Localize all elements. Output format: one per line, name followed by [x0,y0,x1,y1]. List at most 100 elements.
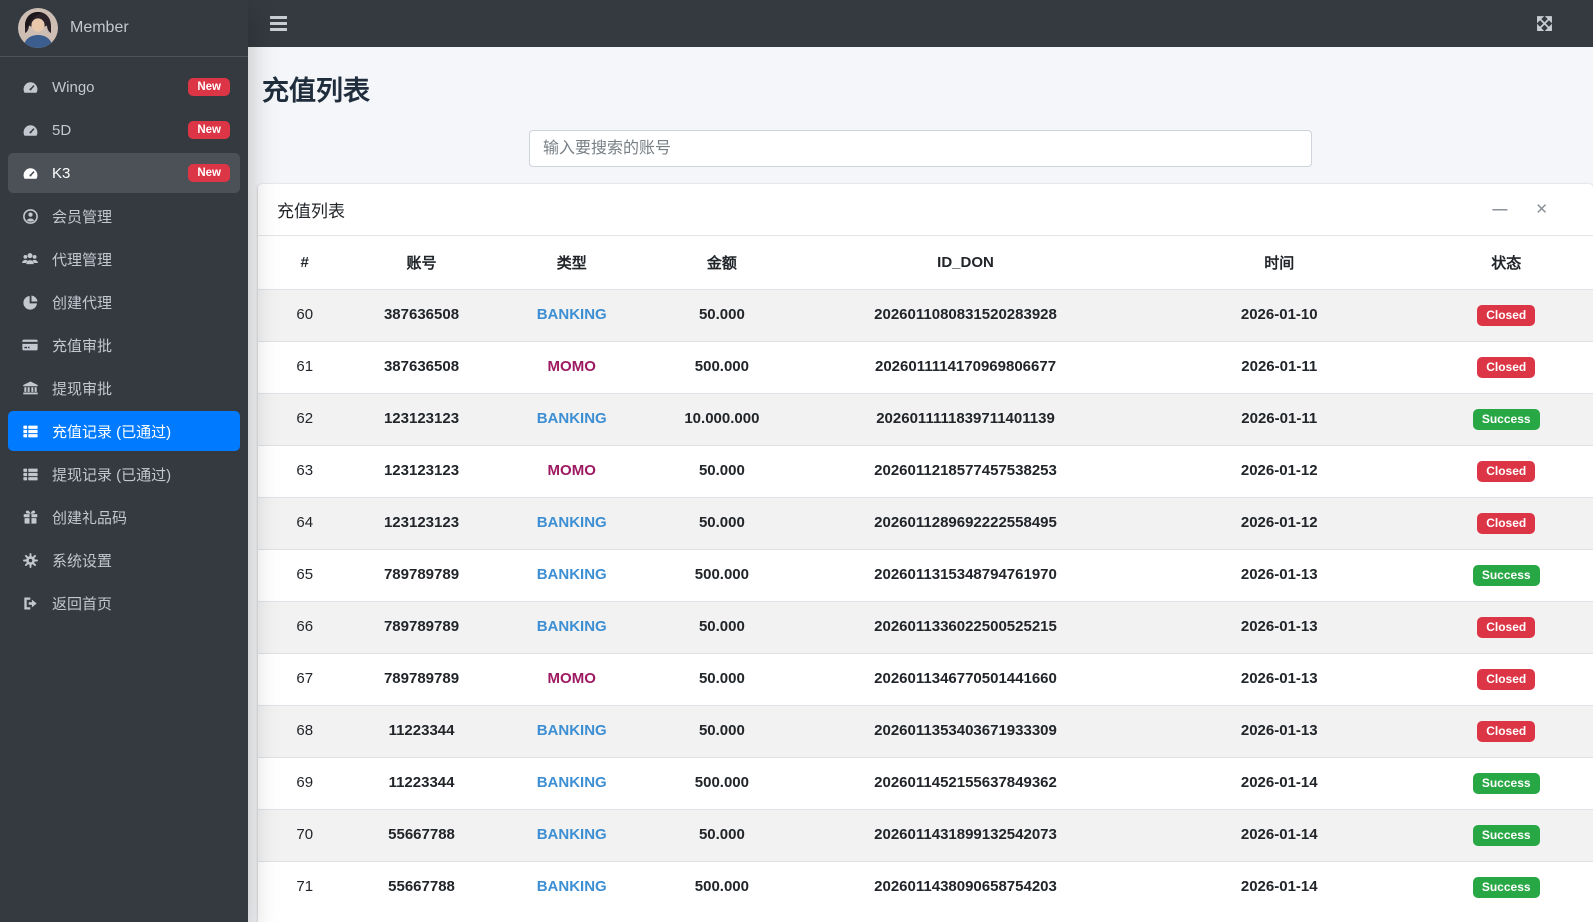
index-cell: 60 [258,289,352,342]
header-amount: 金额 [651,236,792,290]
account-cell: 387636508 [351,341,492,394]
gauge-icon [18,122,42,139]
status-cell: Closed [1419,601,1593,654]
amount-cell: 50.000 [651,289,792,342]
hamburger-icon[interactable] [270,16,287,31]
status-cell: Closed [1419,445,1593,498]
sidebar: Member Wingo New 5D New K3 New 会员管理 代理管理… [0,0,248,922]
account-cell: 55667788 [351,861,492,913]
account-cell: 11223344 [351,757,492,810]
table-row: 64 123123123 BANKING 50.000 202601128969… [258,497,1593,550]
status-badge: Success [1472,877,1540,898]
id-don-cell: 2026011336022500525215 [791,601,1140,654]
table-row: 61 387636508 MOMO 500.000 20260111141709… [258,341,1593,394]
id-don-cell: 2026011315348794761970 [791,549,1140,602]
sidebar-item-5d[interactable]: 5D New [8,110,240,150]
users-icon [18,250,42,268]
new-badge: New [188,77,230,97]
amount-cell: 50.000 [651,497,792,550]
sidebar-item-create-gift-code[interactable]: 创建礼品码 [8,497,240,537]
card-tools: — ✕ [1492,202,1548,217]
index-cell: 71 [258,861,352,913]
account-cell: 123123123 [351,497,492,550]
status-cell: Success [1419,549,1593,602]
time-cell: 2026-01-13 [1139,705,1420,758]
sidebar-item-withdraw-records[interactable]: 提现记录 (已通过) [8,454,240,494]
table-head: # 账号 类型 金额 ID_DON 时间 状态 [258,236,1593,290]
type-cell: MOMO [491,341,652,394]
time-cell: 2026-01-11 [1139,341,1420,394]
table-row: 65 789789789 BANKING 500.000 20260113153… [258,549,1593,602]
index-cell: 63 [258,445,352,498]
amount-cell: 50.000 [651,809,792,862]
sidebar-item-label: 提现审批 [52,380,113,398]
status-cell: Closed [1419,289,1593,342]
time-cell: 2026-01-12 [1139,497,1420,550]
sidebar-item-back-home[interactable]: 返回首页 [8,583,240,623]
id-don-cell: 2026011431899132542073 [791,809,1140,862]
status-cell: Success [1419,809,1593,862]
id-don-cell: 2026011111839711401139 [791,393,1140,446]
account-cell: 789789789 [351,601,492,654]
type-cell: MOMO [491,445,652,498]
sidebar-item-deposit-approval[interactable]: 充值审批 [8,325,240,365]
header-time: 时间 [1139,236,1420,290]
type-cell: MOMO [491,653,652,706]
time-cell: 2026-01-14 [1139,861,1420,913]
index-cell: 62 [258,393,352,446]
header-status: 状态 [1419,236,1593,290]
close-icon[interactable]: ✕ [1535,202,1548,217]
sidebar-item-member-management[interactable]: 会员管理 [8,196,240,236]
amount-cell: 50.000 [651,601,792,654]
gift-icon [18,509,42,526]
table-row: 66 789789789 BANKING 50.000 202601133602… [258,601,1593,654]
account-cell: 123123123 [351,393,492,446]
time-cell: 2026-01-14 [1139,809,1420,862]
expand-icon[interactable] [1536,15,1553,32]
index-cell: 64 [258,497,352,550]
id-don-cell: 2026011452155637849362 [791,757,1140,810]
minimize-icon[interactable]: — [1492,202,1507,217]
sidebar-item-create-agent[interactable]: 创建代理 [8,282,240,322]
header-account: 账号 [351,236,492,290]
pie-chart-icon [18,294,42,311]
table-row: 63 123123123 MOMO 50.000 202601121857745… [258,445,1593,498]
gauge-icon [18,79,42,96]
sidebar-item-withdraw-approval[interactable]: 提现审批 [8,368,240,408]
type-cell: BANKING [491,757,652,810]
sidebar-item-deposit-records[interactable]: 充值记录 (已通过) [8,411,240,451]
sidebar-item-k3[interactable]: K3 New [8,153,240,193]
sidebar-item-system-settings[interactable]: 系统设置 [8,540,240,580]
status-badge: Closed [1477,357,1536,378]
index-cell: 70 [258,809,352,862]
sidebar-item-label: Wingo [52,78,95,96]
sidebar-item-label: K3 [52,164,71,182]
status-cell: Closed [1419,497,1593,550]
list-icon [18,466,42,483]
sidebar-item-agent-management[interactable]: 代理管理 [8,239,240,279]
sidebar-item-label: 提现记录 (已通过) [52,466,172,484]
list-icon [18,423,42,440]
table-row: 60 387636508 BANKING 50.000 202601108083… [258,289,1593,342]
signout-icon [18,595,42,612]
deposit-list-card: 充值列表 — ✕ # 账号 类型 金额 ID_DON 时间 状态 60 3876… [258,184,1593,922]
table-body: 60 387636508 BANKING 50.000 202601108083… [258,289,1593,913]
credit-card-icon [18,336,42,354]
status-cell: Success [1419,757,1593,810]
type-cell: BANKING [491,601,652,654]
search-input[interactable] [529,130,1312,167]
search-row [248,130,1593,167]
id-don-cell: 2026011289692222558495 [791,497,1140,550]
sidebar-item-label: 返回首页 [52,595,113,613]
time-cell: 2026-01-14 [1139,757,1420,810]
user-name: Member [70,19,129,36]
amount-cell: 500.000 [651,861,792,913]
sidebar-item-label: 充值记录 (已通过) [52,423,172,441]
type-cell: BANKING [491,809,652,862]
account-cell: 387636508 [351,289,492,342]
id-don-cell: 2026011114170969806677 [791,341,1140,394]
sidebar-item-label: 会员管理 [52,208,113,226]
id-don-cell: 2026011353403671933309 [791,705,1140,758]
user-avatar [18,8,58,48]
sidebar-item-wingo[interactable]: Wingo New [8,67,240,107]
